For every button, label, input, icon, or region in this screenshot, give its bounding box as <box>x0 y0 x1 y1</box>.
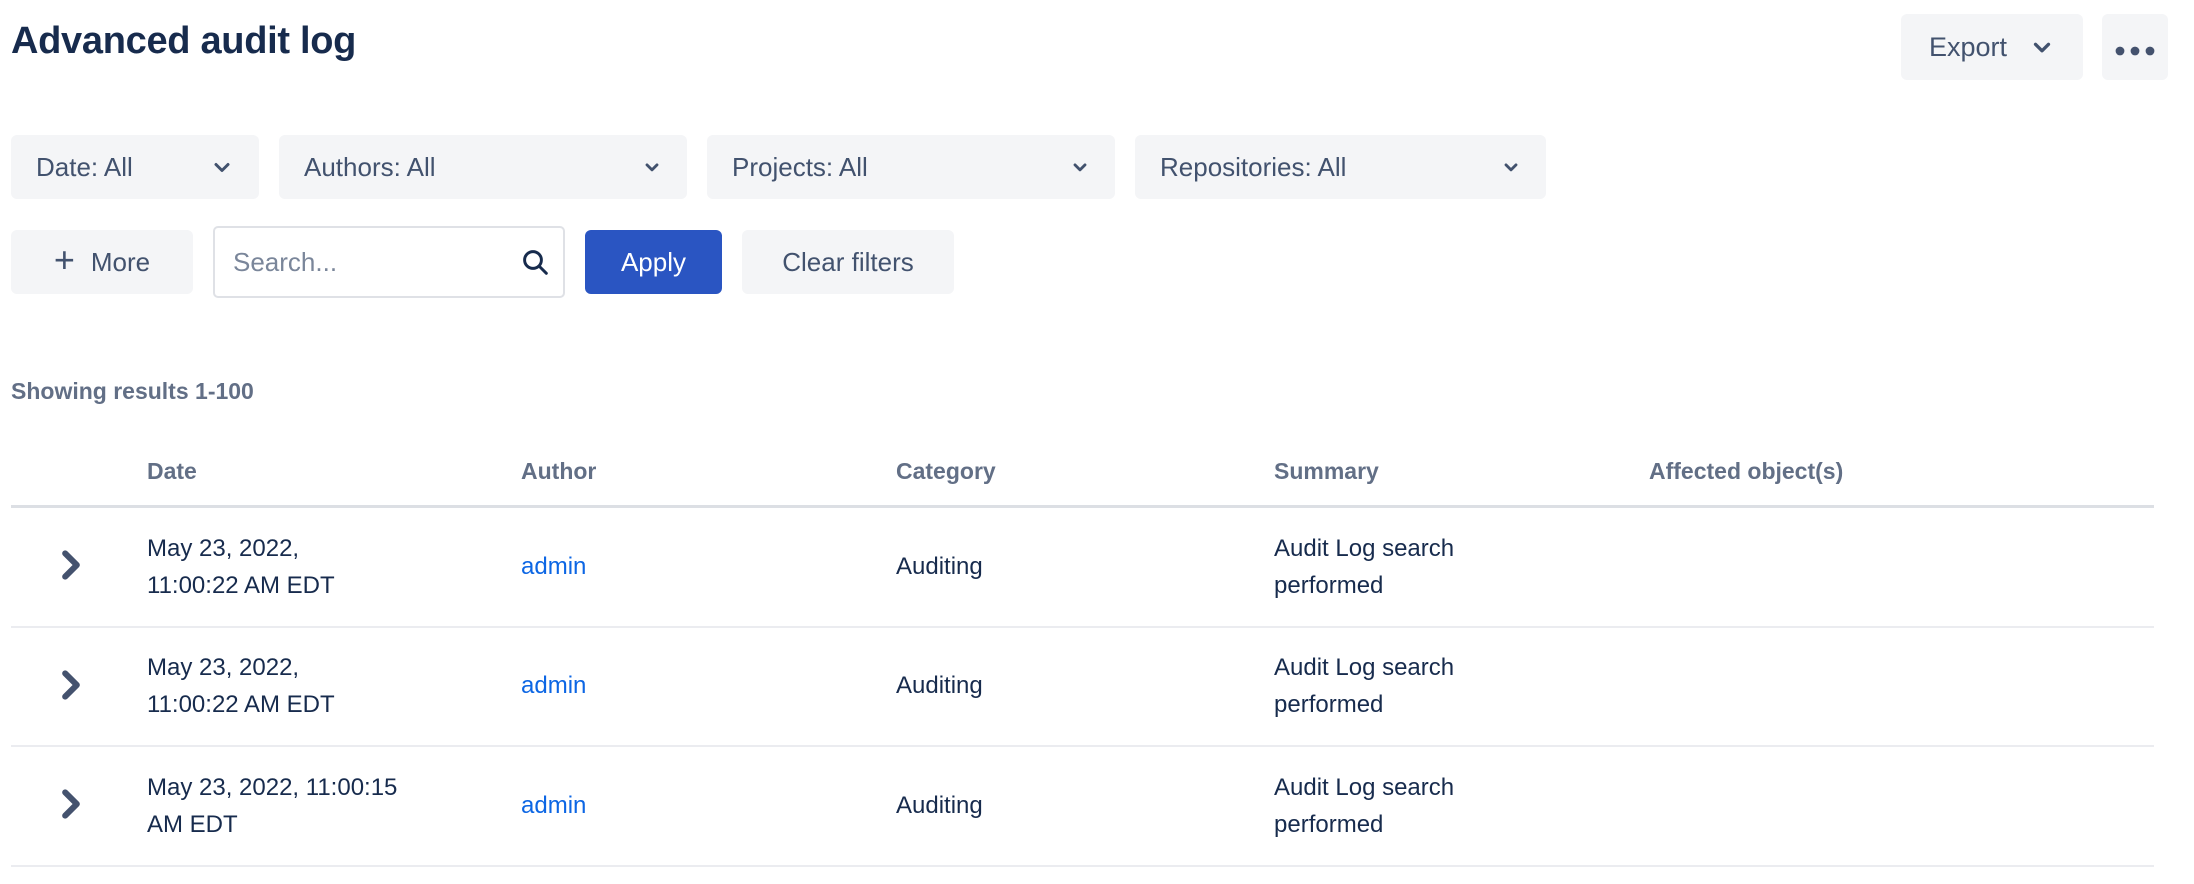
clear-filters-button[interactable]: Clear filters <box>742 230 954 294</box>
summary-cell: Audit Log search performed <box>1274 649 1649 723</box>
chevron-down-icon <box>642 157 662 177</box>
column-header-author: Author <box>521 450 896 505</box>
chevron-down-icon <box>2029 34 2055 60</box>
chevron-right-icon <box>60 670 82 703</box>
category-cell: Auditing <box>896 553 1274 581</box>
author-link[interactable]: admin <box>521 672 586 699</box>
column-header-summary: Summary <box>1274 450 1649 505</box>
date-filter-dropdown[interactable]: Date: All <box>11 135 259 199</box>
chevron-down-icon <box>1501 157 1521 177</box>
plus-icon: + <box>54 242 75 278</box>
column-header-affected: Affected object(s) <box>1649 450 2154 505</box>
filter-actions-row: + More Apply Clear filters <box>11 226 2174 298</box>
expand-cell <box>11 550 147 583</box>
chevron-right-icon <box>60 789 82 822</box>
apply-button[interactable]: Apply <box>585 230 722 294</box>
table-row: May 23, 2022, 11:00:22 AM EDT admin Audi… <box>11 628 2154 748</box>
export-button[interactable]: Export <box>1901 14 2083 80</box>
export-button-label: Export <box>1929 32 2007 63</box>
chevron-down-icon <box>1070 157 1090 177</box>
audit-log-table: Date Author Category Summary Affected ob… <box>11 450 2154 867</box>
authors-filter-label: Authors: All <box>304 152 436 183</box>
search-input[interactable] <box>213 226 565 298</box>
advanced-audit-log-page: Advanced audit log Export Date: All <box>0 0 2194 867</box>
authors-filter-dropdown[interactable]: Authors: All <box>279 135 687 199</box>
header-actions: Export <box>1901 14 2168 80</box>
expand-row-button[interactable] <box>60 670 82 703</box>
projects-filter-dropdown[interactable]: Projects: All <box>707 135 1115 199</box>
more-filters-button[interactable]: + More <box>11 230 193 294</box>
search-field-wrapper <box>213 226 565 298</box>
author-link[interactable]: admin <box>521 553 586 580</box>
summary-cell: Audit Log search performed <box>1274 530 1649 604</box>
column-header-date: Date <box>147 450 521 505</box>
table-row: May 23, 2022, 11:00:22 AM EDT admin Audi… <box>11 508 2154 628</box>
more-actions-button[interactable] <box>2102 14 2168 80</box>
category-cell: Auditing <box>896 672 1274 700</box>
projects-filter-label: Projects: All <box>732 152 868 183</box>
category-cell: Auditing <box>896 792 1274 820</box>
expand-cell <box>11 789 147 822</box>
expand-row-button[interactable] <box>60 789 82 822</box>
repositories-filter-label: Repositories: All <box>1160 152 1346 183</box>
repositories-filter-dropdown[interactable]: Repositories: All <box>1135 135 1546 199</box>
column-header-category: Category <box>896 450 1274 505</box>
filter-dropdown-row: Date: All Authors: All Projects: All Rep… <box>11 135 2174 199</box>
expand-row-button[interactable] <box>60 550 82 583</box>
table-header-row: Date Author Category Summary Affected ob… <box>11 450 2154 508</box>
chevron-down-icon <box>210 155 234 179</box>
date-cell: May 23, 2022, 11:00:22 AM EDT <box>147 649 521 723</box>
page-header: Advanced audit log Export <box>11 14 2174 80</box>
date-cell: May 23, 2022, 11:00:22 AM EDT <box>147 530 521 604</box>
date-filter-label: Date: All <box>36 152 133 183</box>
table-row: May 23, 2022, 11:00:15 AM EDT admin Audi… <box>11 747 2154 867</box>
page-title: Advanced audit log <box>11 20 356 63</box>
search-icon <box>519 246 551 278</box>
results-count: Showing results 1-100 <box>11 378 2174 405</box>
expand-column-header <box>11 464 147 492</box>
summary-cell: Audit Log search performed <box>1274 769 1649 843</box>
author-link[interactable]: admin <box>521 792 586 819</box>
date-cell: May 23, 2022, 11:00:15 AM EDT <box>147 769 521 843</box>
chevron-right-icon <box>60 550 82 583</box>
more-filters-label: More <box>91 247 150 278</box>
expand-cell <box>11 670 147 703</box>
ellipsis-icon <box>2115 32 2155 63</box>
